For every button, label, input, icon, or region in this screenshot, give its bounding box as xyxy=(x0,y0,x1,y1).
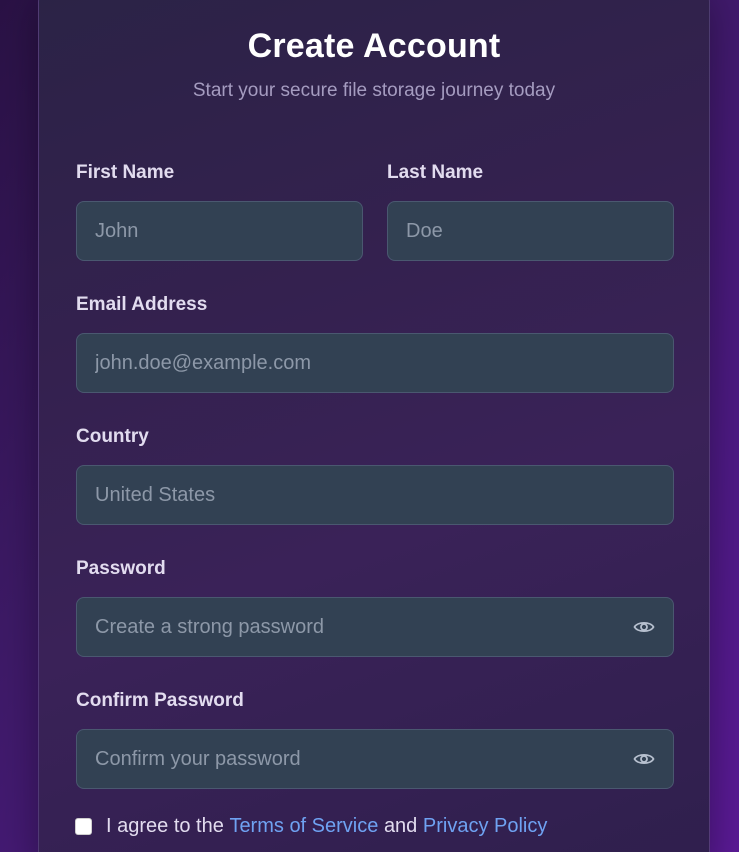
confirm-password-input[interactable] xyxy=(95,747,631,771)
first-name-input[interactable] xyxy=(95,219,346,243)
terms-checkbox[interactable] xyxy=(75,818,92,835)
country-label: Country xyxy=(76,426,149,447)
first-name-label: First Name xyxy=(76,162,175,183)
eye-icon[interactable] xyxy=(631,617,657,637)
email-field[interactable] xyxy=(76,333,674,393)
terms-agreement: I agree to the Terms of Service and Priv… xyxy=(75,815,547,838)
eye-icon[interactable] xyxy=(631,749,657,769)
last-name-input[interactable] xyxy=(406,219,657,243)
privacy-policy-link[interactable]: Privacy Policy xyxy=(423,815,547,838)
page-title: Create Account xyxy=(247,27,501,65)
confirm-password-label: Confirm Password xyxy=(76,690,244,711)
country-input[interactable] xyxy=(95,483,657,507)
password-label: Password xyxy=(76,558,166,579)
password-field[interactable] xyxy=(76,597,674,657)
terms-of-service-link[interactable]: Terms of Service xyxy=(229,815,378,838)
terms-conjunction: and xyxy=(383,815,418,837)
signup-card: Create Account Start your secure file st… xyxy=(38,0,710,852)
last-name-label: Last Name xyxy=(387,162,484,183)
page-subtitle: Start your secure file storage journey t… xyxy=(192,80,556,101)
email-label: Email Address xyxy=(76,294,208,315)
email-input[interactable] xyxy=(95,351,657,375)
terms-prefix: I agree to the xyxy=(106,815,224,837)
password-input[interactable] xyxy=(95,615,631,639)
first-name-field[interactable] xyxy=(76,201,363,261)
country-field[interactable] xyxy=(76,465,674,525)
last-name-field[interactable] xyxy=(387,201,674,261)
confirm-password-field[interactable] xyxy=(76,729,674,789)
